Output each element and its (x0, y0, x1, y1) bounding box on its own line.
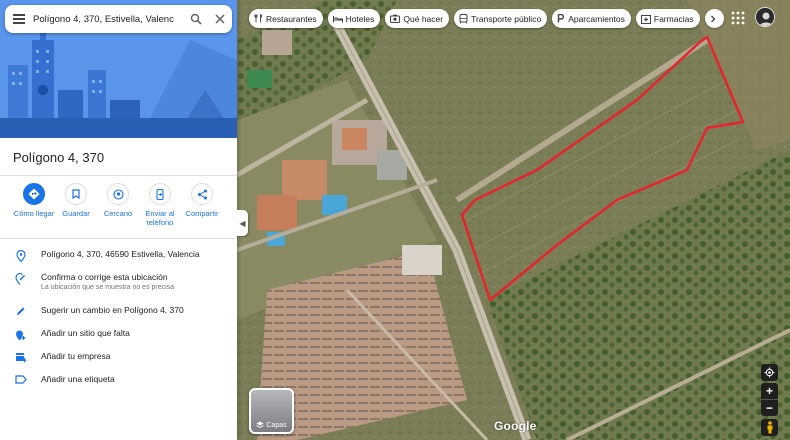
suggest-edit-row[interactable]: Sugerir un cambio en Polígono 4, 370 (0, 305, 237, 316)
add-place-row[interactable]: Añadir un sitio que falta (0, 328, 237, 341)
save-label: Guardar (62, 209, 90, 218)
share-button[interactable]: Compartir (180, 183, 224, 218)
location-pin-icon (0, 249, 41, 262)
add-label-row[interactable]: Añadir una etiqueta (0, 374, 237, 385)
category-chips: Restaurantes Hoteles Qué hacer Transport… (249, 9, 724, 29)
collapse-panel-button[interactable]: ◀ (237, 210, 248, 236)
chip-label: Hoteles (345, 13, 375, 24)
layers-button[interactable]: Capas (249, 388, 294, 434)
chip-label: Aparcamientos (568, 13, 625, 24)
suggest-text: Sugerir un cambio en Polígono 4, 370 (41, 305, 184, 315)
send-to-phone-label: Enviar al teléfono (145, 209, 175, 227)
chip-parking[interactable]: Aparcamientos (552, 9, 631, 28)
edit-location-icon (0, 272, 41, 285)
my-location-button[interactable] (761, 364, 778, 381)
confirm-text: Confirma o corrige esta ubicación (41, 272, 168, 282)
chip-label: Transporte público (471, 13, 542, 24)
chip-label: Restaurantes (266, 13, 317, 24)
zoom-controls: + − (761, 383, 778, 416)
chip-label: Farmacias (653, 13, 694, 24)
zoom-out-button[interactable]: − (761, 400, 778, 416)
directions-icon (23, 183, 45, 205)
avatar[interactable] (755, 7, 775, 27)
pegman-icon (767, 421, 772, 434)
chip-things-to-do[interactable]: Qué hacer (385, 9, 450, 28)
pharmacy-icon (640, 14, 651, 24)
address-row[interactable]: Polígono 4, 370, 46590 Estivella, Valenc… (0, 249, 237, 262)
transit-icon (459, 13, 468, 24)
place-panel: Polígono 4, 370 Cómo llegar Guardar Cerc… (0, 0, 237, 440)
add-label-text: Añadir una etiqueta (41, 374, 115, 384)
chip-restaurants[interactable]: Restaurantes (249, 9, 323, 28)
plus-icon: + (765, 384, 773, 398)
send-to-phone-icon (149, 183, 171, 205)
fork-knife-icon (254, 14, 263, 23)
close-icon[interactable] (208, 5, 232, 33)
pencil-icon (0, 305, 41, 316)
google-logo: Google (494, 419, 537, 433)
search-input[interactable] (33, 13, 184, 25)
bed-icon (332, 15, 343, 22)
chip-pharmacies[interactable]: Farmacias (635, 9, 700, 28)
directions-button[interactable]: Cómo llegar (12, 183, 56, 218)
bookmark-icon (65, 183, 87, 205)
apps-grid-icon[interactable] (731, 11, 745, 25)
nearby-label: Cercano (103, 209, 133, 218)
street-view-pegman[interactable] (761, 419, 778, 436)
chips-more-button[interactable] (704, 9, 724, 28)
send-to-phone-button[interactable]: Enviar al teléfono (138, 183, 182, 227)
satellite-map[interactable] (237, 0, 790, 440)
camera-icon (390, 14, 401, 23)
search-icon[interactable] (184, 5, 208, 33)
divider (0, 175, 237, 176)
nearby-button[interactable]: Cercano (96, 183, 140, 218)
divider (0, 238, 237, 239)
directions-label: Cómo llegar (13, 209, 55, 218)
chevron-right-icon (710, 15, 715, 22)
satellite-imagery (237, 0, 790, 440)
address-text: Polígono 4, 370, 46590 Estivella, Valenc… (41, 249, 200, 259)
add-business-text: Añadir tu empresa (41, 351, 111, 361)
maps-app: Polígono 4, 370 Cómo llegar Guardar Cerc… (0, 0, 790, 440)
menu-icon[interactable] (5, 5, 33, 33)
add-business-row[interactable]: Añadir tu empresa (0, 351, 237, 363)
share-icon (191, 183, 213, 205)
layers-icon (256, 421, 265, 428)
save-button[interactable]: Guardar (54, 183, 98, 218)
nearby-icon (107, 183, 129, 205)
layers-label: Capas (266, 421, 287, 429)
add-place-text: Añadir un sitio que falta (41, 328, 130, 338)
search-box (5, 5, 232, 33)
chip-label: Qué hacer (403, 13, 444, 24)
crosshair-icon (764, 367, 775, 378)
confirm-location-row[interactable]: Confirma o corrige esta ubicación La ubi… (0, 272, 237, 292)
chip-hotels[interactable]: Hoteles (327, 9, 381, 28)
chip-transit[interactable]: Transporte público (454, 9, 548, 28)
chevron-left-icon: ◀ (239, 218, 246, 228)
share-label: Compartir (185, 209, 219, 218)
label-icon (0, 374, 41, 384)
confirm-subtext: La ubicación que se muestra no es precis… (41, 284, 175, 291)
add-business-icon (0, 351, 41, 363)
minus-icon: − (765, 401, 773, 415)
add-location-icon (0, 328, 41, 341)
action-bar: Cómo llegar Guardar Cercano Enviar al te… (0, 183, 237, 231)
place-title: Polígono 4, 370 (13, 150, 105, 165)
zoom-in-button[interactable]: + (761, 383, 778, 399)
parking-icon (557, 14, 565, 23)
